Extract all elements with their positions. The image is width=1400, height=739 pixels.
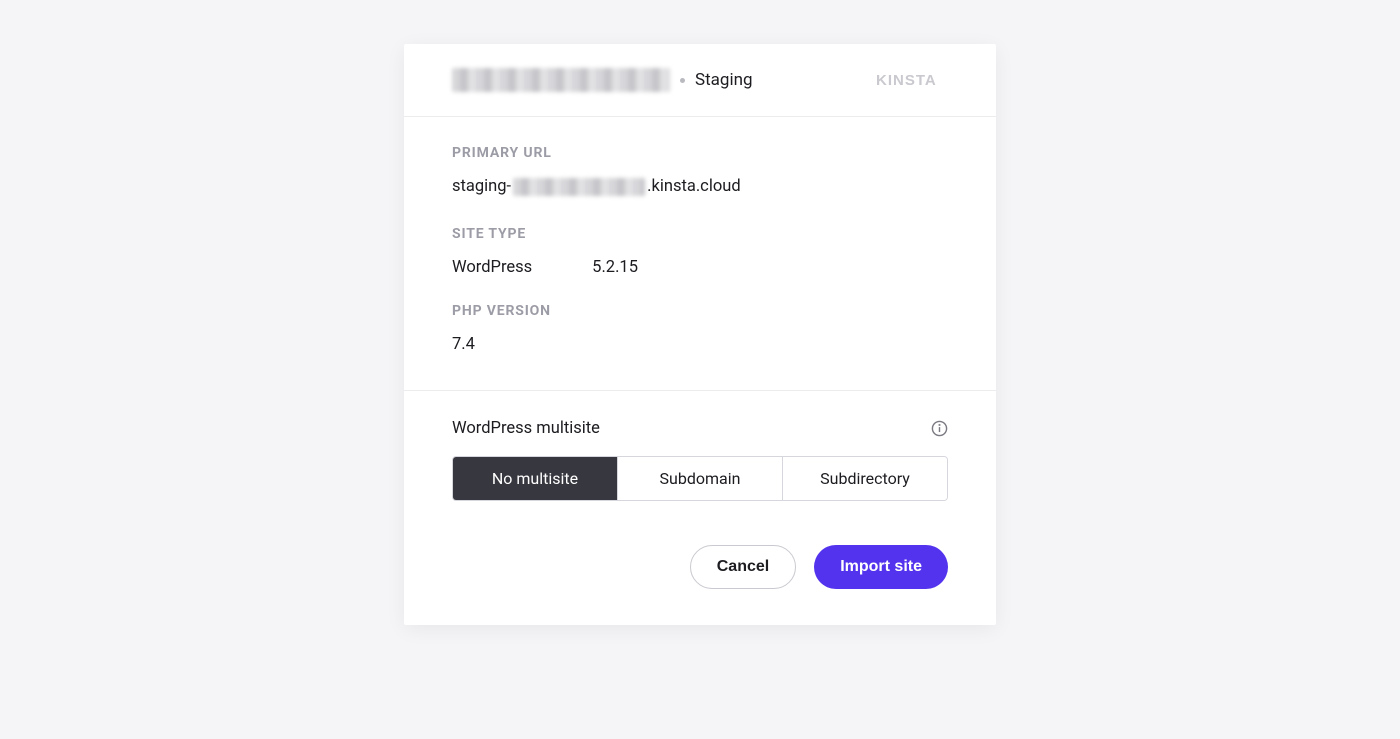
segment-subdomain[interactable]: Subdomain xyxy=(617,457,782,500)
primary-url-value: staging- .kinsta.cloud xyxy=(452,177,948,196)
site-name-redacted xyxy=(452,68,670,92)
kinsta-logo: KINSTA xyxy=(876,70,948,90)
segment-subdirectory[interactable]: Subdirectory xyxy=(782,457,947,500)
php-version-value: 7.4 xyxy=(452,335,948,354)
header-left: Staging xyxy=(452,68,753,92)
card-footer: Cancel Import site xyxy=(404,521,996,625)
multisite-title: WordPress multisite xyxy=(452,419,600,438)
site-type-value: WordPress 5.2.15 xyxy=(452,258,948,277)
card-header: Staging KINSTA xyxy=(404,44,996,117)
kinsta-logo-icon: KINSTA xyxy=(876,70,948,90)
php-version-label: PHP VERSION xyxy=(452,303,948,319)
site-platform: WordPress xyxy=(452,258,532,277)
separator-dot xyxy=(680,78,685,83)
primary-url-label: PRIMARY URL xyxy=(452,145,948,161)
multisite-segmented-control: No multisite Subdomain Subdirectory xyxy=(452,456,948,501)
site-version: 5.2.15 xyxy=(592,258,638,277)
url-prefix: staging- xyxy=(452,177,511,196)
site-type-label: SITE TYPE xyxy=(452,226,948,242)
svg-text:KINSTA: KINSTA xyxy=(876,72,937,89)
cancel-button[interactable]: Cancel xyxy=(690,545,796,589)
multisite-section: WordPress multisite No multisite Subdoma… xyxy=(404,390,996,521)
environment-label: Staging xyxy=(695,70,753,90)
import-site-card: Staging KINSTA PRIMARY URL staging- .kin… xyxy=(404,44,996,625)
info-icon[interactable] xyxy=(931,420,948,437)
url-suffix: .kinsta.cloud xyxy=(647,177,741,196)
url-redacted xyxy=(513,178,645,196)
import-site-button[interactable]: Import site xyxy=(814,545,948,589)
card-body: PRIMARY URL staging- .kinsta.cloud SITE … xyxy=(404,117,996,390)
multisite-head: WordPress multisite xyxy=(452,419,948,438)
segment-no-multisite[interactable]: No multisite xyxy=(453,457,617,500)
